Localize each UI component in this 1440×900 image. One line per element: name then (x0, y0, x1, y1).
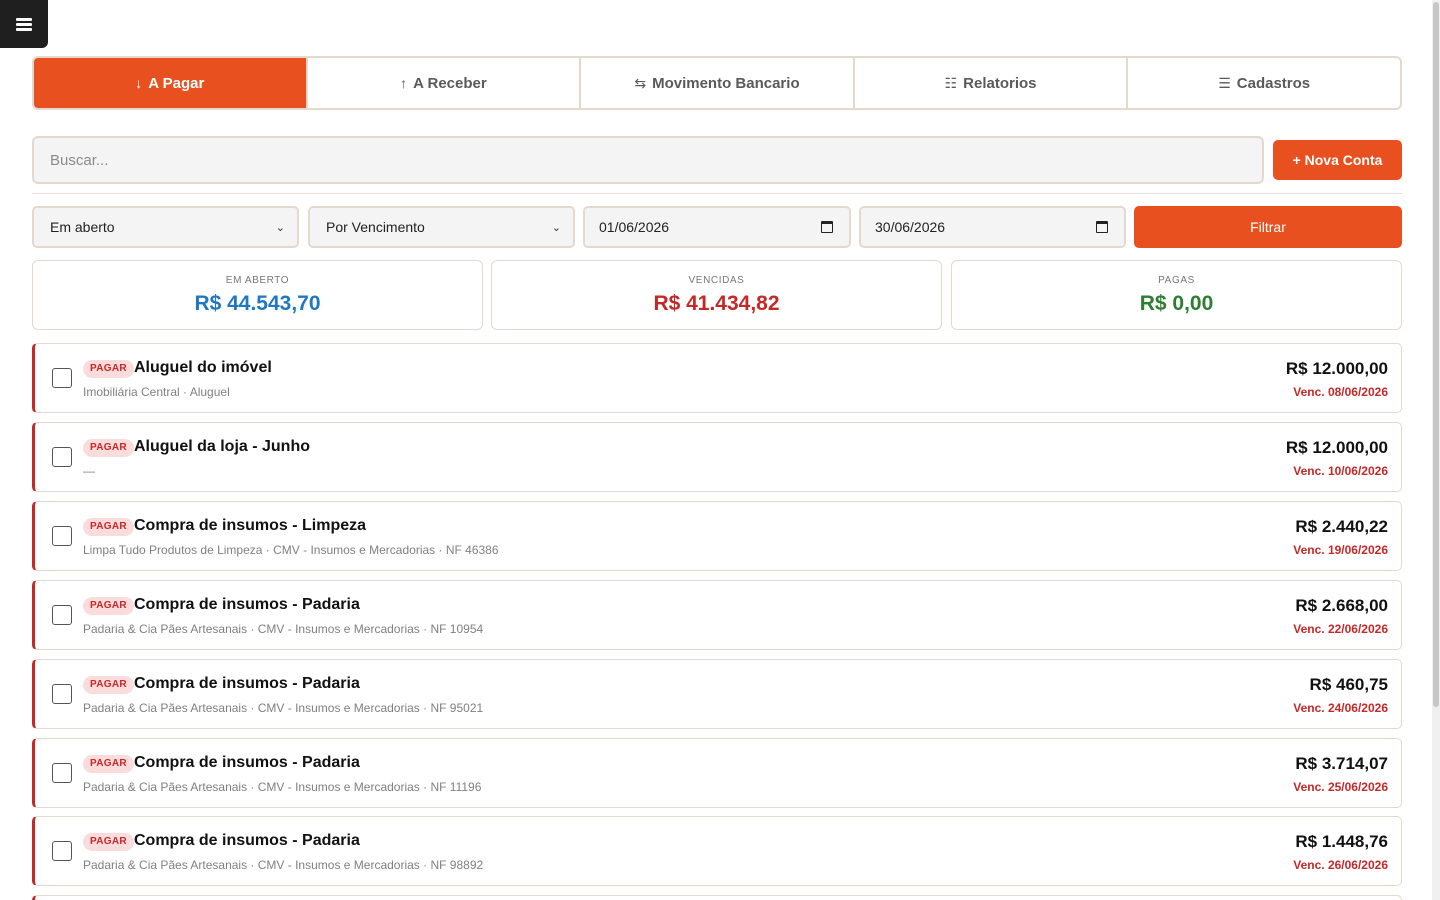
bill-title: Compra de insumos - Padaria (134, 675, 360, 692)
tab-movimento-bancario[interactable]: ⇆ Movimento Bancario (579, 58, 853, 108)
bill-item[interactable]: PAGAR Compra de insumos - Padaria Padari… (32, 738, 1402, 808)
bill-item[interactable]: PAGAR Compra de insumos - Limpeza Limpa … (32, 501, 1402, 571)
tab-label: Relatorios (963, 74, 1037, 92)
order-select-value: Por Vencimento (326, 219, 425, 235)
bill-type-badge: PAGAR (83, 439, 134, 457)
bill-due-date: Venc. 22/06/2026 (1293, 622, 1388, 636)
summary-label: EM ABERTO (225, 275, 290, 286)
bill-details: Padaria & Cia Pães Artesanais · CMV - In… (83, 858, 484, 872)
divider (32, 193, 1402, 194)
summary-card-overdue: VENCIDAS R$ 41.434,82 (491, 260, 942, 330)
summary-card-open: EM ABERTO R$ 44.543,70 (32, 260, 483, 330)
arrow-down-icon: ↓ (135, 75, 143, 91)
bill-checkbox[interactable] (52, 605, 72, 625)
bill-title: Compra de insumos - Padaria (134, 832, 360, 849)
scrollbar[interactable] (1432, 0, 1440, 900)
bill-item[interactable] (32, 895, 1402, 900)
bill-due-date: Venc. 26/06/2026 (1293, 858, 1388, 872)
bill-due-date: Venc. 10/06/2026 (1293, 464, 1388, 478)
date-to-value: 30/06/2026 (875, 219, 946, 235)
bill-details: — (83, 464, 95, 478)
bill-checkbox[interactable] (52, 447, 72, 467)
tab-a-receber[interactable]: ↑ A Receber (305, 58, 580, 108)
bill-type-badge: PAGAR (83, 360, 134, 378)
summary-value: R$ 44.543,70 (194, 292, 321, 315)
bill-type-badge: PAGAR (83, 597, 134, 615)
calendar-icon[interactable] (1096, 221, 1108, 233)
chevron-down-icon: ⌄ (551, 221, 561, 234)
search-input[interactable] (32, 136, 1264, 184)
bill-checkbox[interactable] (52, 841, 72, 861)
summary-value: R$ 41.434,82 (653, 292, 780, 315)
bill-title: Compra de insumos - Limpeza (134, 517, 367, 534)
bill-amount: R$ 2.440,22 (1295, 517, 1388, 536)
bill-title: Compra de insumos - Padaria (134, 754, 360, 771)
bill-item[interactable]: PAGAR Compra de insumos - Padaria Padari… (32, 816, 1402, 886)
tab-label: A Receber (413, 74, 487, 92)
hamburger-icon (16, 17, 32, 31)
main-tabs: ↓ A Pagar ↑ A Receber ⇆ Movimento Bancar… (32, 56, 1402, 110)
bill-details: Imobiliária Central · Aluguel (83, 385, 230, 399)
list-icon: ☰ (1218, 74, 1231, 91)
scrollbar-thumb[interactable] (1433, 2, 1439, 707)
bill-details: Padaria & Cia Pães Artesanais · CMV - In… (83, 780, 482, 794)
bill-amount: R$ 12.000,00 (1285, 438, 1388, 457)
bill-checkbox[interactable] (52, 763, 72, 783)
bill-due-date: Venc. 24/06/2026 (1293, 701, 1388, 715)
menu-button[interactable] (0, 0, 48, 48)
bill-due-date: Venc. 08/06/2026 (1293, 385, 1388, 399)
bill-item[interactable]: PAGAR Compra de insumos - Padaria Padari… (32, 659, 1402, 729)
bill-title: Aluguel do imóvel (134, 359, 272, 376)
bill-title: Aluguel da loja - Junho (134, 438, 310, 455)
bill-details: Padaria & Cia Pães Artesanais · CMV - In… (83, 622, 484, 636)
bill-item[interactable]: PAGAR Aluguel da loja - Junho — R$ 12.00… (32, 422, 1402, 492)
summary-value: R$ 0,00 (1139, 292, 1214, 315)
tab-label: A Pagar (148, 74, 205, 92)
exchange-icon: ⇆ (634, 74, 647, 91)
bill-type-badge: PAGAR (83, 518, 134, 536)
date-to-input[interactable]: 30/06/2026 (859, 206, 1126, 248)
bill-amount: R$ 2.668,00 (1295, 596, 1388, 615)
filter-button[interactable]: Filtrar (1134, 206, 1402, 248)
bill-due-date: Venc. 25/06/2026 (1293, 780, 1388, 794)
status-select[interactable]: Em aberto ⌄ (32, 206, 299, 248)
bill-amount: R$ 1.448,76 (1295, 832, 1388, 851)
report-icon: ☷ (944, 74, 958, 91)
calendar-icon[interactable] (821, 221, 833, 233)
bill-due-date: Venc. 19/06/2026 (1293, 543, 1388, 557)
tab-cadastros[interactable]: ☰ Cadastros (1126, 58, 1400, 108)
bill-checkbox[interactable] (52, 368, 72, 388)
status-select-value: Em aberto (50, 219, 115, 235)
bill-details: Padaria & Cia Pães Artesanais · CMV - In… (83, 701, 484, 715)
tab-label: Movimento Bancario (652, 74, 800, 92)
date-from-value: 01/06/2026 (599, 219, 670, 235)
tab-relatorios[interactable]: ☷ Relatorios (852, 58, 1127, 108)
bill-item[interactable]: PAGAR Compra de insumos - Padaria Padari… (32, 580, 1402, 650)
new-account-button[interactable]: + Nova Conta (1273, 140, 1402, 180)
bill-amount: R$ 460,75 (1309, 675, 1388, 694)
tab-label: Cadastros (1236, 74, 1311, 92)
bill-title: Compra de insumos - Padaria (134, 596, 360, 613)
summary-label: PAGAS (1158, 275, 1195, 286)
summary-card-paid: PAGAS R$ 0,00 (951, 260, 1402, 330)
bill-type-badge: PAGAR (83, 833, 134, 851)
date-from-input[interactable]: 01/06/2026 (583, 206, 851, 248)
arrow-up-icon: ↑ (400, 75, 408, 91)
order-select[interactable]: Por Vencimento ⌄ (308, 206, 575, 248)
bill-checkbox[interactable] (52, 684, 72, 704)
chevron-down-icon: ⌄ (275, 221, 285, 234)
bill-amount: R$ 3.714,07 (1295, 754, 1388, 773)
bill-checkbox[interactable] (52, 526, 72, 546)
bill-amount: R$ 12.000,00 (1285, 359, 1388, 378)
bill-item[interactable]: PAGAR Aluguel do imóvel Imobiliária Cent… (32, 343, 1402, 413)
summary-label: VENCIDAS (688, 275, 745, 286)
bill-type-badge: PAGAR (83, 676, 134, 694)
bill-details: Limpa Tudo Produtos de Limpeza · CMV - I… (83, 543, 499, 557)
tab-a-pagar[interactable]: ↓ A Pagar (34, 58, 306, 108)
bill-type-badge: PAGAR (83, 755, 134, 773)
